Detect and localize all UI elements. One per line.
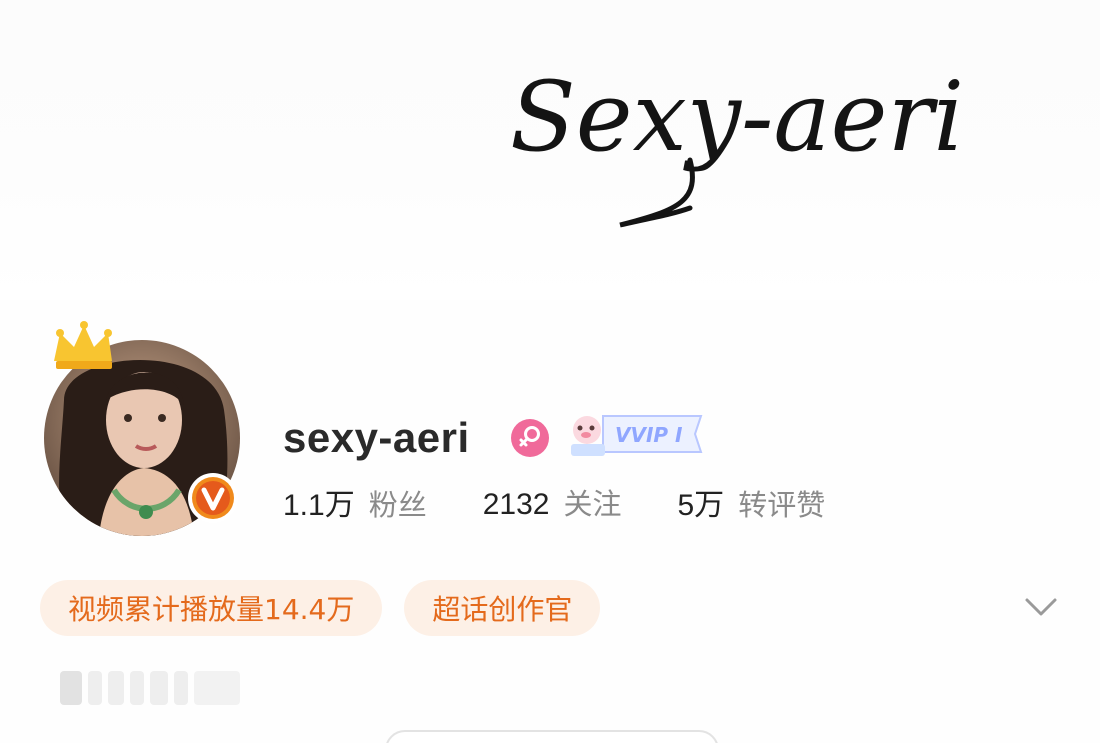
stat-reposts-comments-likes[interactable]: 5万 转评赞 [678,480,826,524]
profile-tags: 视频累计播放量14.4万 超话创作官 [40,580,601,636]
crown-icon [54,321,112,369]
stat-label: 粉丝 [368,488,427,522]
verified-badge[interactable] [188,473,238,523]
stat-label: 关注 [563,487,622,521]
placeholder-bar [194,671,240,705]
stat-following[interactable]: 2132 关注 [483,481,622,523]
stat-followers[interactable]: 1.1万 粉丝 [283,480,427,524]
profile-banner[interactable]: Sexy-aeri [0,0,1100,300]
chevron-down-icon[interactable] [1022,592,1060,622]
placeholder-bar [130,671,144,705]
tag-super-topic-creator[interactable]: 超话创作官 [404,580,601,636]
placeholder-bar [88,671,102,705]
placeholder-bar [108,671,124,705]
profile-page: Sexy-aeri sexy-aeri VVIP I 1.1万 粉丝 2132 … [0,0,1100,743]
bottom-action-pill[interactable] [385,730,719,743]
vip-badge-text: VVIP I [615,423,683,447]
stat-value: 2132 [482,488,550,521]
placeholder-bar [150,671,168,705]
tag-video-plays[interactable]: 视频累计播放量14.4万 [40,580,383,636]
placeholder-bar [60,671,82,705]
stat-value: 5万 [677,489,725,522]
username: sexy-aeri [283,414,470,461]
vip-badge-icon[interactable]: VVIP I [563,408,708,460]
verified-v-icon [192,477,234,519]
loading-placeholder [60,668,260,708]
female-icon [511,419,549,457]
placeholder-bar [174,671,188,705]
avatar-block[interactable] [40,315,250,540]
stat-label: 转评赞 [738,488,826,522]
stat-value: 1.1万 [283,489,355,522]
signature-text: Sexy-aeri [510,61,964,173]
stats-row: 1.1万 粉丝 2132 关注 5万 转评赞 [283,478,881,526]
signature-artwork: Sexy-aeri [510,61,964,228]
banner-signature: Sexy-aeri [500,30,980,240]
